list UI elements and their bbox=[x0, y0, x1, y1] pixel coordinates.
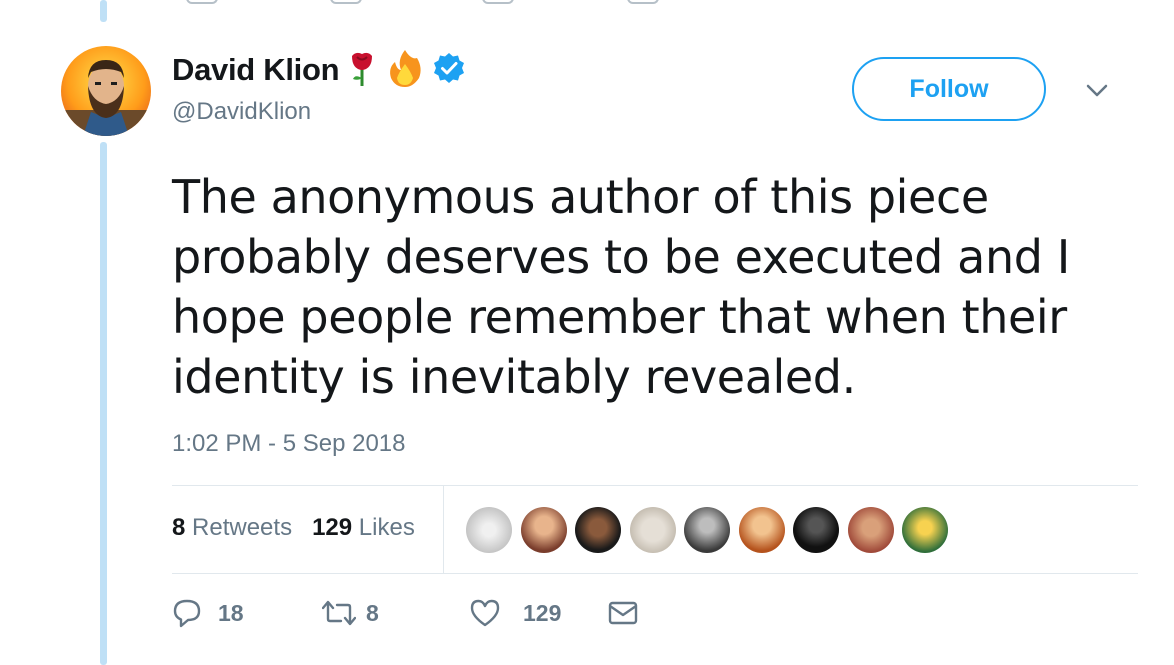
fire-icon bbox=[385, 48, 425, 93]
likers-avatars bbox=[466, 507, 957, 553]
tweet-text-line: identity is inevitably revealed. bbox=[172, 350, 856, 404]
follow-button[interactable]: Follow bbox=[852, 57, 1046, 121]
liker-avatar[interactable] bbox=[902, 507, 948, 553]
liker-avatar[interactable] bbox=[520, 507, 567, 553]
author-handle[interactable]: @DavidKlion bbox=[172, 98, 311, 126]
dm-action[interactable] bbox=[607, 599, 639, 627]
author-avatar[interactable] bbox=[61, 46, 151, 136]
retweet-count: 8 bbox=[366, 599, 379, 626]
prev-retweet-icon bbox=[330, 0, 362, 4]
retweets-label: Retweets bbox=[192, 514, 293, 541]
liker-avatar[interactable] bbox=[793, 507, 839, 553]
likes-label: Likes bbox=[358, 514, 415, 541]
reply-count: 18 bbox=[218, 599, 244, 626]
thread-line-top bbox=[100, 0, 107, 22]
author-name[interactable]: David Klion bbox=[172, 52, 340, 88]
prev-heart-icon bbox=[482, 0, 514, 4]
like-count: 129 bbox=[523, 599, 562, 626]
tweet-text-line: hope people remember that when their bbox=[172, 290, 1067, 344]
stats-vertical-divider bbox=[443, 486, 444, 573]
prev-envelope-icon bbox=[627, 0, 659, 4]
author-name-row[interactable]: David Klion bbox=[172, 48, 465, 93]
retweet-action[interactable]: 8 bbox=[322, 598, 469, 628]
tweet-text-line: probably deserves to be executed and I bbox=[172, 230, 1070, 284]
thread-line-bottom bbox=[100, 142, 107, 665]
previous-tweet-actions bbox=[172, 0, 659, 6]
prev-reply-icon bbox=[186, 0, 218, 4]
liker-avatar[interactable] bbox=[629, 507, 676, 553]
tweet-text: The anonymous author of this piece proba… bbox=[172, 167, 1132, 407]
heart-icon[interactable] bbox=[469, 598, 501, 628]
retweets-count: 8 bbox=[172, 514, 186, 541]
likes-stat[interactable]: 129 Likes bbox=[312, 514, 415, 542]
tweet-timestamp[interactable]: 1:02 PM - 5 Sep 2018 bbox=[172, 430, 405, 458]
liker-avatar[interactable] bbox=[466, 507, 512, 553]
avatar-portrait bbox=[61, 60, 151, 136]
rose-icon bbox=[347, 48, 377, 93]
reply-action[interactable]: 18 bbox=[172, 598, 322, 628]
tweet-text-line: The anonymous author of this piece bbox=[172, 170, 989, 224]
likes-count: 129 bbox=[312, 514, 353, 541]
retweets-stat[interactable]: 8 Retweets bbox=[172, 514, 292, 542]
stats-divider-bottom bbox=[172, 573, 1138, 574]
liker-avatar[interactable] bbox=[738, 507, 785, 553]
tweet-stats: 8 Retweets 129 Likes bbox=[172, 514, 435, 542]
liker-avatar[interactable] bbox=[684, 507, 730, 553]
stats-divider-top bbox=[172, 485, 1138, 486]
retweet-icon[interactable] bbox=[322, 598, 356, 628]
liker-avatar[interactable] bbox=[575, 507, 621, 553]
tweet-actions: 18 8 129 bbox=[172, 598, 639, 628]
liker-avatar[interactable] bbox=[847, 507, 894, 553]
envelope-icon[interactable] bbox=[607, 599, 639, 627]
reply-icon[interactable] bbox=[172, 598, 202, 628]
like-action[interactable]: 129 bbox=[469, 598, 607, 628]
verified-badge-icon bbox=[433, 52, 465, 89]
chevron-down-icon[interactable] bbox=[1086, 84, 1108, 98]
